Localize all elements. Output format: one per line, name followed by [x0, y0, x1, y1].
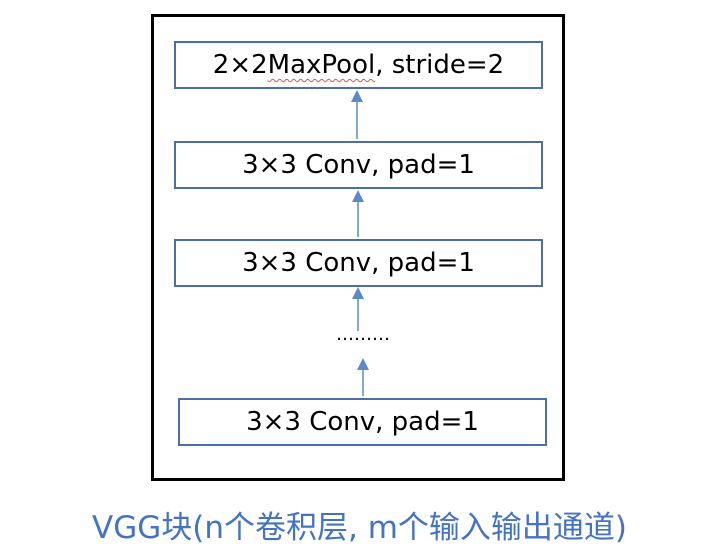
diagram-caption: VGG块(n个卷积层, m个输入输出通道) — [92, 510, 627, 546]
flow-arrows — [351, 90, 369, 396]
